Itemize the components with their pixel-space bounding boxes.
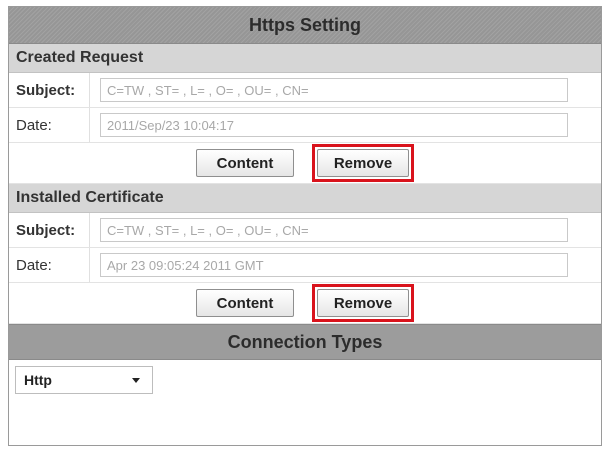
- created-request-heading: Created Request: [9, 44, 601, 73]
- created-request-date-row: Date: 2011/Sep/23 10:04:17: [9, 108, 601, 143]
- created-request-remove-button[interactable]: Remove: [317, 149, 409, 177]
- divider: [89, 248, 90, 282]
- created-request-subject-field[interactable]: C=TW , ST= , L= , O= , OU= , CN=: [100, 78, 568, 102]
- connection-type-select[interactable]: Http: [15, 366, 153, 394]
- divider: [89, 108, 90, 142]
- connection-types-heading: Connection Types: [9, 324, 601, 360]
- subject-label: Subject:: [16, 221, 76, 239]
- installed-certificate-subject-row: Subject: C=TW , ST= , L= , O= , OU= , CN…: [9, 213, 601, 248]
- https-setting-panel: Https Setting Created Request Subject: C…: [8, 6, 602, 446]
- installed-certificate-content-button[interactable]: Content: [196, 289, 294, 317]
- installed-certificate-subject-field[interactable]: C=TW , ST= , L= , O= , OU= , CN=: [100, 218, 568, 242]
- subject-label: Subject:: [16, 81, 76, 99]
- created-request-date-field[interactable]: 2011/Sep/23 10:04:17: [100, 113, 568, 137]
- installed-certificate-heading: Installed Certificate: [9, 184, 601, 213]
- divider: [89, 73, 90, 107]
- connection-type-value: Http: [24, 372, 52, 388]
- highlight-box: Remove: [312, 144, 414, 182]
- installed-certificate-date-field[interactable]: Apr 23 09:05:24 2011 GMT: [100, 253, 568, 277]
- date-label: Date:: [16, 256, 52, 274]
- chevron-down-icon: [132, 377, 140, 383]
- date-label: Date:: [16, 116, 52, 134]
- divider: [89, 213, 90, 247]
- panel-title: Https Setting: [9, 7, 601, 44]
- created-request-subject-row: Subject: C=TW , ST= , L= , O= , OU= , CN…: [9, 73, 601, 108]
- highlight-box: Remove: [312, 284, 414, 322]
- created-request-actions: Content Remove: [9, 143, 601, 184]
- connection-type-row: Http: [9, 360, 601, 400]
- installed-certificate-date-row: Date: Apr 23 09:05:24 2011 GMT: [9, 248, 601, 283]
- installed-certificate-actions: Content Remove: [9, 283, 601, 324]
- created-request-content-button[interactable]: Content: [196, 149, 294, 177]
- installed-certificate-remove-button[interactable]: Remove: [317, 289, 409, 317]
